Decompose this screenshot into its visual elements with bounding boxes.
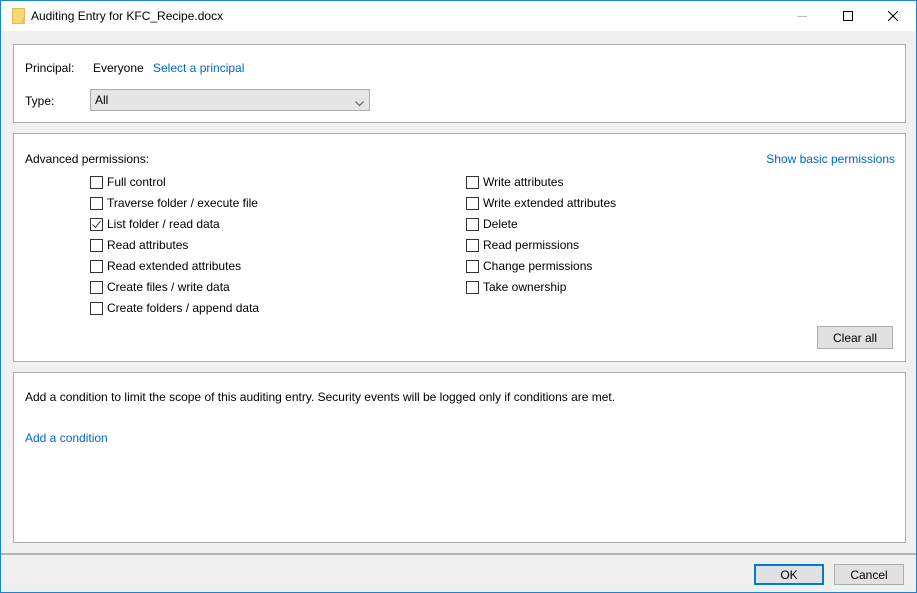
window-title: Auditing Entry for KFC_Recipe.docx bbox=[31, 9, 224, 23]
permission-checkbox-item[interactable]: Take ownership bbox=[466, 279, 566, 295]
permission-label: Take ownership bbox=[483, 280, 567, 294]
checkbox[interactable] bbox=[90, 175, 103, 189]
permission-label: Write attributes bbox=[483, 175, 564, 189]
close-button[interactable] bbox=[870, 1, 916, 31]
permission-label: Read permissions bbox=[483, 238, 580, 252]
checkbox[interactable] bbox=[466, 217, 479, 231]
minimize-icon bbox=[797, 16, 807, 17]
checkbox[interactable] bbox=[90, 238, 103, 252]
maximize-button[interactable] bbox=[825, 1, 871, 31]
permission-label: Create files / write data bbox=[107, 280, 230, 294]
checkbox[interactable] bbox=[90, 280, 103, 294]
principal-label: Principal: bbox=[25, 61, 75, 75]
show-basic-permissions-link[interactable]: Show basic permissions bbox=[766, 152, 895, 166]
close-icon bbox=[888, 11, 898, 21]
permission-label: Read attributes bbox=[107, 238, 189, 252]
principal-value: Everyone bbox=[93, 61, 144, 75]
checkbox[interactable] bbox=[466, 259, 479, 273]
folder-icon bbox=[12, 8, 25, 24]
type-select-value: All bbox=[95, 93, 109, 107]
permission-checkbox-item[interactable]: Full control bbox=[90, 174, 166, 190]
principal-group: Principal: Everyone Select a principal T… bbox=[13, 44, 906, 123]
permission-label: Write extended attributes bbox=[483, 196, 617, 210]
checkmark-icon bbox=[92, 220, 101, 228]
checkbox[interactable] bbox=[90, 259, 103, 273]
permission-label: Full control bbox=[107, 175, 166, 189]
maximize-icon bbox=[843, 11, 853, 21]
permission-checkbox-item[interactable]: Read extended attributes bbox=[90, 258, 241, 274]
permission-label: List folder / read data bbox=[107, 217, 220, 231]
condition-group: Add a condition to limit the scope of th… bbox=[13, 372, 906, 543]
permission-checkbox-item[interactable]: Create files / write data bbox=[90, 279, 230, 295]
checkbox[interactable] bbox=[466, 175, 479, 189]
permission-checkbox-item[interactable]: List folder / read data bbox=[90, 216, 220, 232]
checkbox[interactable] bbox=[466, 196, 479, 210]
permissions-group: Advanced permissions: Show basic permiss… bbox=[13, 133, 906, 362]
permission-label: Create folders / append data bbox=[107, 301, 260, 315]
permission-checkbox-item[interactable]: Delete bbox=[466, 216, 518, 232]
permission-checkbox-item[interactable]: Read attributes bbox=[90, 237, 188, 253]
clear-all-button[interactable]: Clear all bbox=[817, 326, 893, 349]
checkbox[interactable] bbox=[90, 301, 103, 315]
checkbox[interactable] bbox=[466, 280, 479, 294]
auditing-entry-dialog: Auditing Entry for KFC_Recipe.docx Princ… bbox=[0, 0, 917, 593]
chevron-down-icon bbox=[355, 96, 364, 110]
permission-checkbox-item[interactable]: Change permissions bbox=[466, 258, 592, 274]
condition-description: Add a condition to limit the scope of th… bbox=[25, 390, 616, 404]
permission-label: Change permissions bbox=[483, 259, 593, 273]
add-condition-link[interactable]: Add a condition bbox=[25, 431, 108, 445]
cancel-button[interactable]: Cancel bbox=[834, 564, 904, 585]
advanced-permissions-label: Advanced permissions: bbox=[25, 152, 150, 166]
minimize-button[interactable] bbox=[779, 1, 825, 31]
checkbox-checked[interactable] bbox=[90, 217, 103, 231]
type-select[interactable]: All bbox=[90, 89, 370, 111]
title-bar: Auditing Entry for KFC_Recipe.docx bbox=[1, 1, 916, 31]
permission-label: Read extended attributes bbox=[107, 259, 242, 273]
permission-checkbox-item[interactable]: Write extended attributes bbox=[466, 195, 616, 211]
permission-checkbox-item[interactable]: Create folders / append data bbox=[90, 300, 259, 316]
checkbox[interactable] bbox=[466, 238, 479, 252]
permission-label: Traverse folder / execute file bbox=[107, 196, 258, 210]
permission-checkbox-item[interactable]: Read permissions bbox=[466, 237, 579, 253]
permission-label: Delete bbox=[483, 217, 518, 231]
permission-checkbox-item[interactable]: Write attributes bbox=[466, 174, 563, 190]
type-label: Type: bbox=[25, 94, 55, 108]
ok-button[interactable]: OK bbox=[754, 564, 824, 585]
permission-checkbox-item[interactable]: Traverse folder / execute file bbox=[90, 195, 258, 211]
checkbox[interactable] bbox=[90, 196, 103, 210]
select-principal-link[interactable]: Select a principal bbox=[153, 61, 244, 75]
footer-divider bbox=[1, 553, 916, 555]
